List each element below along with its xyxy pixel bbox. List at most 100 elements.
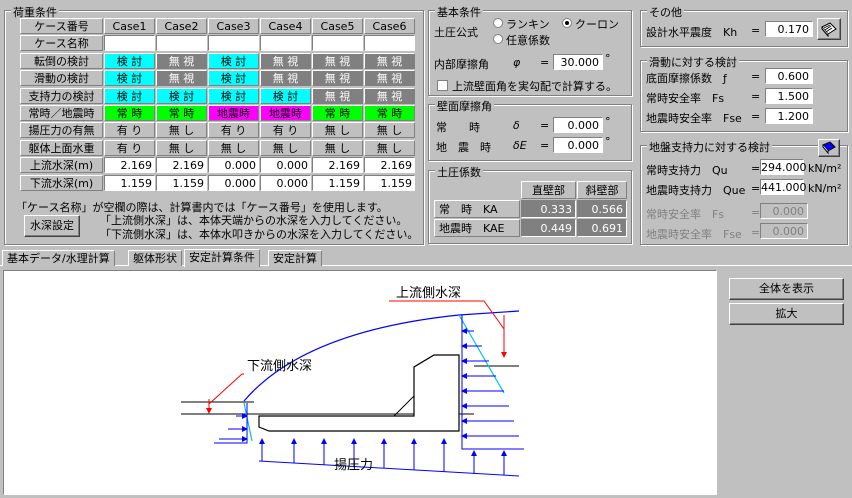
case-cell[interactable]: 常 時 [312, 105, 363, 121]
earth-pressure-line-right [458, 314, 505, 394]
row-label: ケース名称 [20, 35, 103, 52]
slide-fse-field[interactable]: 1.200 [765, 108, 813, 124]
case-cell[interactable]: 常 時 [364, 105, 415, 121]
case-cell[interactable]: 地震時 [260, 105, 311, 121]
delta-e-field[interactable]: 0.000 [553, 137, 603, 153]
case-cell[interactable]: 無 し [156, 122, 207, 139]
case-cell[interactable]: 2.169 [156, 157, 207, 174]
case-cell[interactable]: 地震時 [208, 105, 259, 121]
case-cell[interactable]: 2.169 [312, 157, 363, 174]
tab-stability-conditions[interactable]: 安定計算条件 [184, 249, 260, 267]
case-cell[interactable]: 0.000 [260, 157, 311, 174]
case-cell[interactable]: 検 討 [156, 87, 207, 104]
case-cell[interactable] [104, 35, 155, 52]
friction-coef-field[interactable]: 0.600 [765, 68, 813, 84]
case-cell[interactable]: 常 時 [104, 105, 155, 121]
radio-any-label[interactable]: 任意係数 [506, 32, 550, 48]
structure-diagram: 上流側水深 下流側水深 揚圧力 [181, 286, 524, 477]
case-cell[interactable]: 無 視 [260, 52, 311, 69]
case-cell[interactable] [364, 35, 415, 52]
kh-lookup-button[interactable] [817, 18, 841, 40]
tab-body-shape[interactable]: 躯体形状 [128, 250, 182, 266]
radio-coulomb-label[interactable]: クーロン [575, 16, 619, 32]
case-cell[interactable]: 無 し [208, 139, 259, 156]
show-all-button[interactable]: 全体を表示 [729, 278, 844, 300]
tab-basic-data[interactable]: 基本データ/水理計算 [2, 250, 115, 266]
que-unit: kN/m² [808, 182, 842, 195]
case-cell[interactable]: 無 し [312, 139, 363, 156]
case-cell[interactable]: 0.000 [260, 174, 311, 191]
case-cell[interactable]: 無 視 [312, 70, 363, 87]
case-cell[interactable]: 有 り [208, 122, 259, 139]
bearing-fse-field: 0.000 [760, 223, 808, 239]
case-cell[interactable]: 無 し [312, 122, 363, 139]
radio-coulomb[interactable] [562, 18, 572, 28]
book-icon [822, 141, 836, 155]
row-label: 支持力の検討 [20, 87, 103, 104]
case-cell[interactable]: 無 し [156, 139, 207, 156]
bearing-fse-label: 地震時安全率 Fse [646, 228, 742, 241]
case-cell[interactable] [312, 35, 363, 52]
case-column-header: Case2 [156, 18, 207, 34]
que-field[interactable]: 441.000 [760, 179, 807, 195]
case-cell[interactable]: 無 視 [156, 70, 207, 87]
case-cell[interactable]: 有 り [104, 139, 155, 156]
case-cell[interactable] [156, 35, 207, 52]
case-cell[interactable] [260, 35, 311, 52]
coef-ka-slope: 0.566 [577, 200, 627, 218]
case-cell[interactable]: 0.000 [208, 174, 259, 191]
degree-unit: ° [605, 135, 611, 148]
case-cell[interactable]: 無 視 [364, 87, 415, 104]
case-cell[interactable]: 検 討 [208, 52, 259, 69]
kh-field[interactable]: 0.170 [765, 21, 813, 37]
friction-angle-field[interactable]: 30.000 [553, 54, 603, 70]
qu-field[interactable]: 294.000 [760, 159, 807, 175]
case-cell[interactable]: 無 視 [260, 70, 311, 87]
case-cell[interactable]: 無 視 [364, 52, 415, 69]
case-cell[interactable]: 無 視 [312, 52, 363, 69]
case-cell[interactable]: 検 討 [208, 70, 259, 87]
note-downstream: 「下流側水深」は、本体水叩きからの水深を入力してください。 [100, 228, 419, 241]
radio-any-coefficient[interactable] [493, 34, 503, 44]
case-cell[interactable]: 常 時 [156, 105, 207, 121]
case-cell[interactable]: 2.169 [104, 157, 155, 174]
upstream-wall-angle-label[interactable]: 上流壁面角を実勾配で計算する。 [452, 78, 617, 94]
friction-coef-label: 底面摩擦係数 ƒ [646, 72, 727, 85]
case-cell[interactable]: 検 討 [104, 87, 155, 104]
equals-sign: = [540, 119, 550, 132]
bearing-lookup-button[interactable] [818, 139, 840, 157]
case-cell[interactable]: 検 討 [104, 52, 155, 69]
case-cell[interactable]: 1.159 [156, 174, 207, 191]
case-cell[interactable] [208, 35, 259, 52]
case-cell[interactable]: 1.159 [364, 174, 415, 191]
case-cell[interactable]: 無 視 [156, 52, 207, 69]
case-cell[interactable]: 無 し [364, 139, 415, 156]
coef-col-vertical: 直壁部 [521, 181, 576, 199]
slide-fs-field[interactable]: 1.500 [765, 88, 813, 104]
wall-quake-label: 地 震 時 [436, 141, 491, 154]
case-cell[interactable]: 無 視 [364, 70, 415, 87]
radio-rankine-label[interactable]: ランキン [506, 16, 550, 32]
case-cell[interactable]: 2.169 [364, 157, 415, 174]
earth-coef-title: 土圧係数 [435, 164, 483, 180]
case-cell[interactable]: 無 し [364, 122, 415, 139]
coef-col-slope: 斜壁部 [577, 181, 627, 199]
case-cell[interactable]: 有 り [104, 122, 155, 139]
case-cell[interactable]: 1.159 [312, 174, 363, 191]
radio-rankine[interactable] [493, 18, 503, 28]
case-cell[interactable]: 検 討 [208, 87, 259, 104]
case-cell[interactable]: 検 討 [260, 87, 311, 104]
case-cell[interactable]: 有 り [260, 122, 311, 139]
case-cell[interactable]: 0.000 [208, 157, 259, 174]
zoom-button[interactable]: 拡大 [729, 303, 844, 325]
case-cell[interactable]: 1.159 [104, 174, 155, 191]
case-cell[interactable]: 検 討 [104, 70, 155, 87]
case-cell[interactable]: 無 視 [312, 87, 363, 104]
case-cell[interactable]: 無 し [260, 139, 311, 156]
left-pressure-arrows [219, 413, 248, 442]
upstream-wall-angle-checkbox[interactable] [437, 80, 448, 91]
water-depth-button[interactable]: 水深設定 [24, 215, 80, 237]
tab-stability-calc[interactable]: 安定計算 [268, 250, 322, 266]
delta-field[interactable]: 0.000 [553, 117, 603, 133]
row-label: 滑動の検討 [20, 70, 103, 87]
